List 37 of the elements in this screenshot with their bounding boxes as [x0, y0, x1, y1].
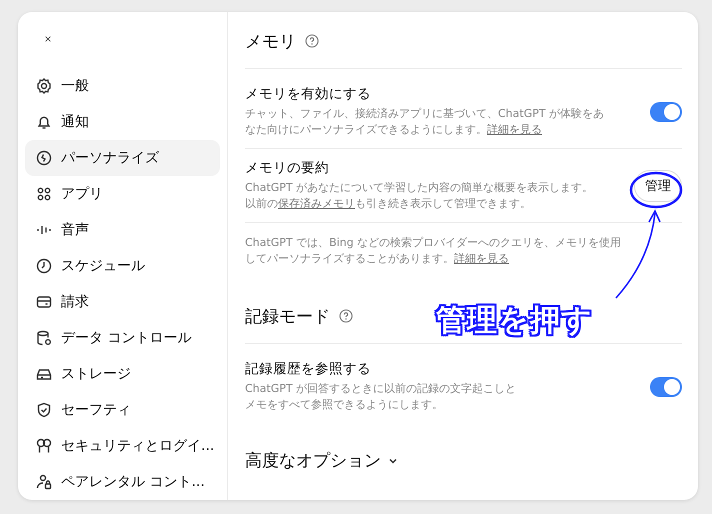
db-icon	[35, 329, 53, 347]
advanced-options-toggle[interactable]: 高度なオプション	[245, 449, 399, 472]
sidebar-item[interactable]: アプリ	[25, 176, 220, 212]
sidebar-item[interactable]: 音声	[25, 212, 220, 248]
sidebar-item[interactable]: 一般	[25, 68, 220, 104]
shield-icon	[35, 401, 53, 419]
setting-title: メモリを有効にする	[245, 85, 372, 103]
setting-title: メモリの要約	[245, 159, 330, 177]
setting-title: 記録履歴を参照する	[245, 360, 372, 378]
toggle-switch[interactable]	[650, 102, 682, 122]
sidebar-item[interactable]: パーソナライズ	[25, 140, 220, 176]
setting-description: チャット、ファイル、接続済みアプリに基づいて、ChatGPT が体験をあなた向けにパーソナライズできるようにします。詳細を見る	[245, 106, 606, 138]
section-title: 記録モード	[245, 306, 330, 328]
sidebar-item[interactable]: データ コントロール	[25, 320, 220, 356]
parent-icon	[35, 473, 53, 491]
setting-description: ChatGPT が回答するときに以前の記録の文字起こしとメモをすべて参照できるようにします。	[245, 381, 518, 413]
gear-icon	[35, 77, 53, 95]
sidebar-item[interactable]: 通知	[25, 104, 220, 140]
sidebar-item[interactable]: 請求	[25, 284, 220, 320]
annotation-text: 管理を押す	[436, 300, 593, 341]
apps-icon	[35, 185, 53, 203]
highlight-circle	[630, 172, 682, 208]
section-title: メモリ	[245, 30, 296, 52]
sidebar-item[interactable]: セキュリティとログイ...	[25, 428, 220, 464]
link[interactable]: 詳細を見る	[487, 123, 542, 136]
sidebar-item[interactable]: スケジュール	[25, 248, 220, 284]
setting-description: ChatGPT では、Bing などの検索プロバイダーへのクエリを、メモリを使用してパーソナライズすることがあります。詳細を見る	[245, 235, 622, 267]
help-icon[interactable]	[305, 34, 319, 48]
toggle-switch[interactable]	[650, 376, 682, 396]
sidebar-item[interactable]: ペアレンタル コント...	[25, 464, 220, 500]
link[interactable]: 保存済みメモリ	[278, 197, 355, 210]
clock-icon	[35, 257, 53, 275]
sidebar-item[interactable]: ストレージ	[25, 356, 220, 392]
sidebar-item[interactable]: セーフティ	[25, 392, 220, 428]
help-icon[interactable]	[339, 309, 353, 323]
setting-description: ChatGPT があなたについて学習した内容の簡単な概要を表示します。以前の保存済みメモリ も引き続き表示して管理できます。	[245, 180, 594, 212]
link[interactable]: 詳細を見る	[454, 252, 509, 265]
